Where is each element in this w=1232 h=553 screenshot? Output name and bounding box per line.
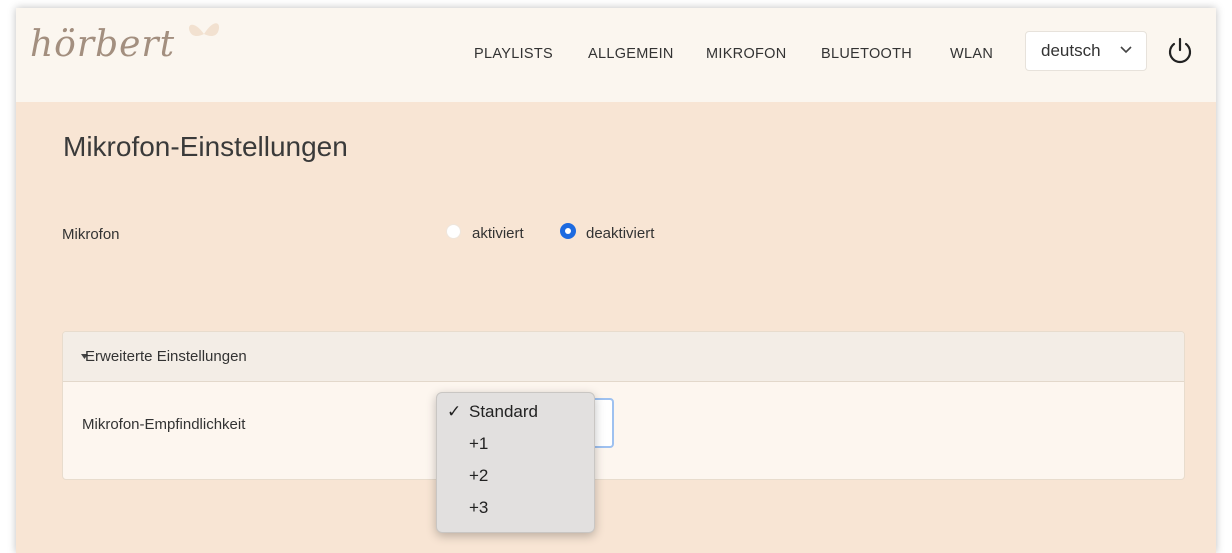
advanced-settings-panel: Erweiterte Einstellungen Mikrofon-Empfin… (62, 331, 1185, 480)
checkmark-icon: ✓ (447, 402, 462, 421)
sensitivity-label: Mikrofon-Empfindlichkeit (82, 416, 246, 433)
nav-allgemein[interactable]: ALLGEMEIN (588, 46, 674, 62)
dropdown-option-plus1[interactable]: +1 (437, 429, 594, 459)
page-title: Mikrofon-Einstellungen (63, 131, 348, 162)
nav-bluetooth[interactable]: BLUETOOTH (821, 46, 912, 62)
nav-wlan[interactable]: WLAN (950, 46, 993, 62)
advanced-settings-title: Erweiterte Einstellungen (85, 348, 247, 365)
dropdown-option-label: +1 (469, 434, 489, 453)
dropdown-option-label: +3 (469, 498, 489, 517)
dropdown-option-label: Standard (469, 402, 538, 421)
nav-mikrofon[interactable]: MIKROFON (706, 46, 787, 62)
radio-aktiviert-label[interactable]: aktiviert (472, 225, 524, 242)
header: hörbert PLAYLISTS ALLGEMEIN MIKROFON BLU… (16, 8, 1216, 102)
dropdown-option-label: +2 (469, 466, 489, 485)
sensitivity-dropdown: ✓ Standard +1 +2 +3 (436, 392, 595, 533)
dropdown-option-standard[interactable]: ✓ Standard (437, 397, 594, 427)
microphone-label: Mikrofon (62, 226, 120, 243)
power-icon[interactable] (1166, 37, 1194, 65)
language-select[interactable]: deutsch (1025, 31, 1147, 71)
advanced-settings-header[interactable]: Erweiterte Einstellungen (63, 332, 1184, 382)
radio-deaktiviert-label[interactable]: deaktiviert (586, 225, 654, 242)
chevron-down-icon (1120, 46, 1132, 54)
logo: hörbert (30, 24, 176, 65)
dropdown-option-plus3[interactable]: +3 (437, 493, 594, 523)
radio-aktiviert[interactable] (446, 224, 461, 239)
radio-deaktiviert[interactable] (560, 223, 576, 239)
nav-playlists[interactable]: PLAYLISTS (474, 46, 553, 62)
app-window: hörbert PLAYLISTS ALLGEMEIN MIKROFON BLU… (16, 8, 1216, 553)
butterfly-logo-icon (188, 23, 220, 36)
dropdown-option-plus2[interactable]: +2 (437, 461, 594, 491)
language-select-value: deutsch (1041, 41, 1101, 60)
